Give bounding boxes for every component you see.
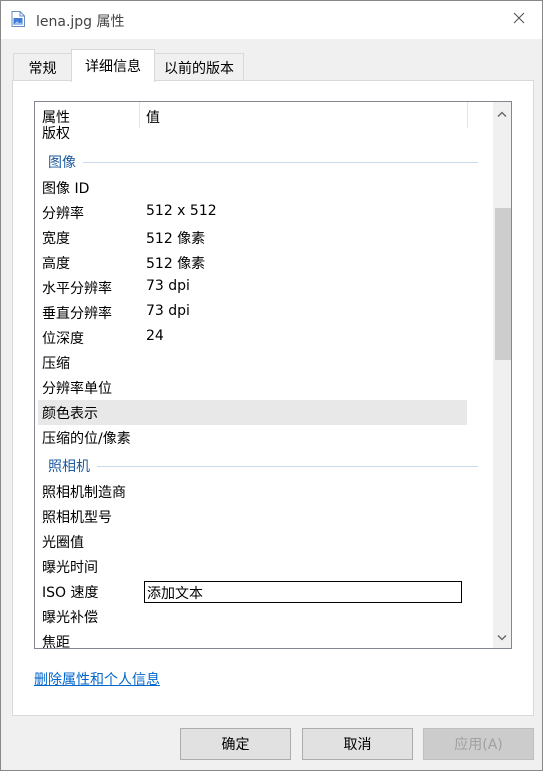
row-compressed-bits[interactable]: 压缩的位/像素	[35, 425, 490, 450]
row-iso-speed[interactable]: ISO 速度 添加文本	[35, 579, 490, 604]
property-value: 24	[146, 328, 164, 344]
group-camera: 照相机	[35, 453, 490, 478]
tab-details[interactable]: 详细信息	[71, 49, 155, 82]
property-name: 颜色表示	[42, 406, 98, 422]
row-resolution[interactable]: 分辨率 512 x 512	[35, 200, 490, 225]
window-title: lena.jpg 属性	[36, 14, 125, 30]
close-button[interactable]	[496, 1, 542, 39]
property-name: 照相机型号	[42, 510, 112, 526]
property-name: ISO 速度	[42, 585, 99, 601]
row-camera-maker[interactable]: 照相机制造商	[35, 479, 490, 504]
image-file-icon	[11, 11, 25, 27]
scroll-down-button[interactable]	[493, 628, 511, 646]
property-name: 分辨率单位	[42, 381, 112, 397]
cancel-button[interactable]: 取消	[302, 728, 413, 760]
vertical-scrollbar[interactable]	[493, 102, 511, 648]
property-name: 曝光时间	[42, 560, 98, 576]
property-value: 512 x 512	[146, 203, 217, 219]
property-name: 位深度	[42, 331, 84, 347]
property-value: 512 像素	[146, 256, 206, 272]
tab-general[interactable]: 常规	[13, 53, 72, 81]
property-name: 分辨率	[42, 206, 84, 222]
row-bit-depth[interactable]: 位深度 24	[35, 325, 490, 350]
property-value: 73 dpi	[146, 303, 190, 319]
row-resolution-unit[interactable]: 分辨率单位	[35, 375, 490, 400]
row-camera-model[interactable]: 照相机型号	[35, 504, 490, 529]
row-exposure-bias[interactable]: 曝光补偿	[35, 604, 490, 629]
property-name: 曝光补偿	[42, 610, 98, 626]
row-exposure-time[interactable]: 曝光时间	[35, 554, 490, 579]
properties-window: lena.jpg 属性 常规 详细信息 以前的版本 属性 值 版权 图像 图像 …	[0, 0, 543, 771]
group-divider	[97, 466, 478, 467]
properties-list[interactable]: 属性 值 版权 图像 图像 ID 分辨率 512 x 512 宽度 512 像素…	[34, 101, 512, 649]
row-color-representation[interactable]: 颜色表示	[38, 400, 467, 425]
property-name: 垂直分辨率	[42, 306, 112, 322]
property-name: 水平分辨率	[42, 281, 112, 297]
group-label: 图像	[48, 155, 76, 171]
group-label: 照相机	[48, 459, 90, 475]
property-name: 照相机制造商	[42, 485, 126, 501]
apply-button[interactable]: 应用(A)	[423, 728, 534, 760]
group-divider	[83, 162, 478, 163]
property-name: 压缩	[42, 356, 70, 372]
property-name: 宽度	[42, 231, 70, 247]
title-bar: lena.jpg 属性	[1, 1, 542, 39]
property-value: 73 dpi	[146, 278, 190, 294]
ok-button[interactable]: 确定	[180, 728, 291, 760]
property-name: 焦距	[42, 635, 70, 649]
row-copyright[interactable]: 版权	[35, 123, 490, 143]
property-name: 光圈值	[42, 535, 84, 551]
details-panel: 属性 值 版权 图像 图像 ID 分辨率 512 x 512 宽度 512 像素…	[12, 80, 534, 716]
chevron-down-icon	[497, 629, 507, 645]
iso-speed-input-text: 添加文本	[147, 586, 203, 602]
tab-previous-versions[interactable]: 以前的版本	[154, 53, 244, 81]
remove-properties-link[interactable]: 删除属性和个人信息	[34, 669, 160, 689]
scroll-up-button[interactable]	[493, 104, 511, 122]
property-name: 压缩的位/像素	[42, 431, 131, 447]
row-width[interactable]: 宽度 512 像素	[35, 225, 490, 250]
close-icon	[513, 12, 525, 28]
group-image: 图像	[35, 149, 490, 174]
row-height[interactable]: 高度 512 像素	[35, 250, 490, 275]
property-value: 512 像素	[146, 231, 206, 247]
row-f-stop[interactable]: 光圈值	[35, 529, 490, 554]
row-image-id[interactable]: 图像 ID	[35, 175, 490, 200]
row-focal-length[interactable]: 焦距	[35, 629, 490, 649]
property-name: 高度	[42, 256, 70, 272]
scroll-thumb[interactable]	[495, 208, 511, 360]
chevron-up-icon	[497, 105, 507, 121]
row-compression[interactable]: 压缩	[35, 350, 490, 375]
property-name: 版权	[42, 126, 70, 142]
property-name: 图像 ID	[42, 181, 90, 197]
row-horizontal-resolution[interactable]: 水平分辨率 73 dpi	[35, 275, 490, 300]
row-vertical-resolution[interactable]: 垂直分辨率 73 dpi	[35, 300, 490, 325]
iso-speed-input[interactable]: 添加文本	[144, 581, 462, 603]
